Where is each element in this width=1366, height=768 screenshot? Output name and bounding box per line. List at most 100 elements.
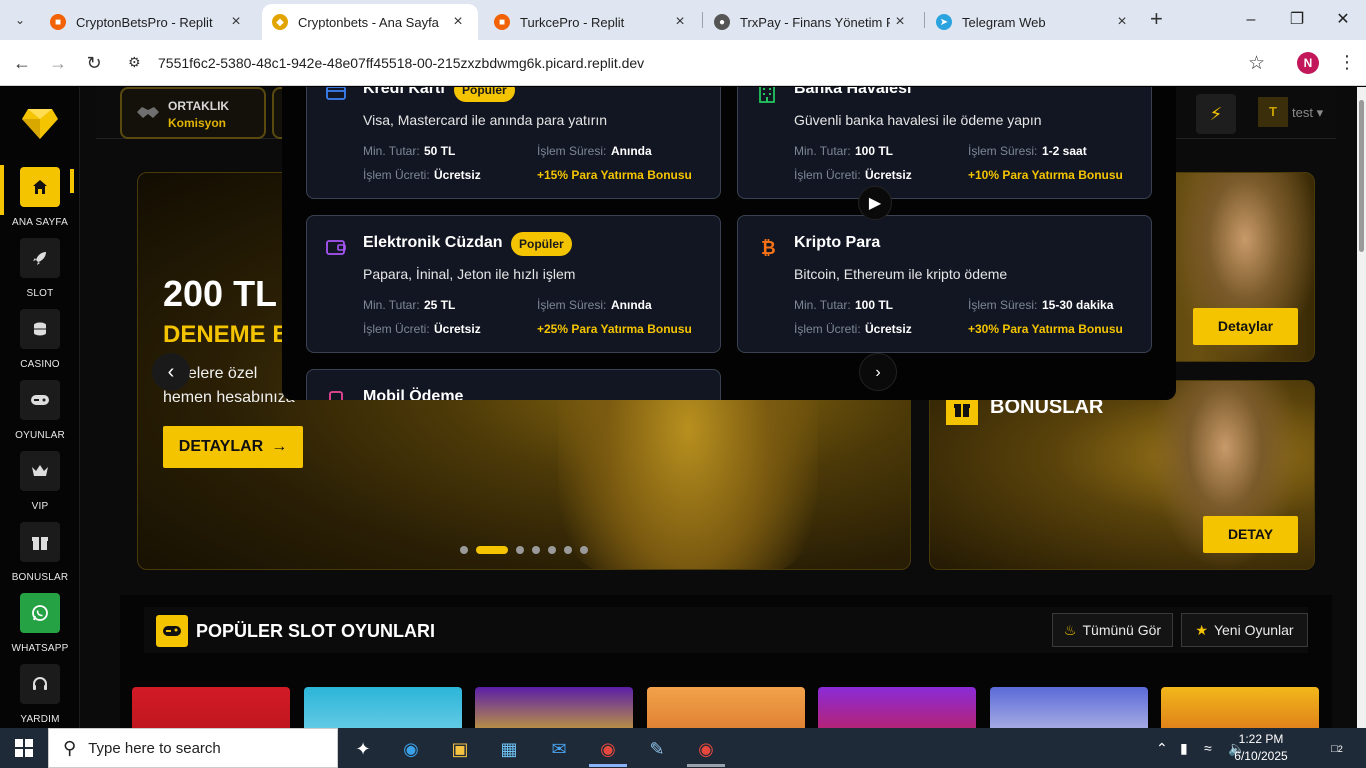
- page-scrollbar-thumb[interactable]: [1359, 100, 1364, 252]
- edge-icon[interactable]: ◉: [392, 734, 430, 764]
- restore-icon[interactable]: ❐: [1274, 8, 1320, 32]
- copilot-icon[interactable]: ✦: [344, 734, 382, 764]
- battery-icon[interactable]: ▮: [1180, 740, 1188, 757]
- close-tab-icon[interactable]: ×: [448, 13, 468, 31]
- payment-card-bank-transfer[interactable]: Banka Havalesi Güvenli banka havalesi il…: [737, 87, 1152, 199]
- slider-dot[interactable]: [548, 546, 556, 554]
- partner-subtitle: Komisyon: [168, 116, 227, 130]
- slider-prev-button[interactable]: ‹: [152, 353, 190, 391]
- sidebar-item-ana-sayfa[interactable]: ANA SAYFA: [0, 167, 80, 228]
- close-tab-icon[interactable]: ×: [670, 13, 690, 31]
- view-all-button[interactable]: ♨ Tümünü Gör: [1052, 613, 1173, 647]
- tab-turkcepro-replit[interactable]: ■ TurkcePro - Replit ×: [484, 4, 700, 40]
- slider-dot[interactable]: [460, 546, 468, 554]
- chrome-profile-icon[interactable]: ◉: [687, 734, 725, 764]
- gamepad-icon: [20, 380, 60, 420]
- slot-game-thumb[interactable]: [647, 687, 805, 728]
- sidebar-item-bonuslar[interactable]: BONUSLAR: [0, 522, 80, 583]
- sidebar-item-label: YARDIM: [20, 714, 60, 725]
- sidebar-item-slot[interactable]: SLOT: [0, 238, 80, 299]
- hero-details-button[interactable]: DETAYLAR →: [163, 426, 303, 468]
- sidebar-item-whatsapp[interactable]: WHATSAPP: [0, 593, 80, 654]
- min-amount-value: 25 TL: [424, 298, 456, 312]
- reload-icon[interactable]: ↻: [82, 52, 106, 76]
- sidebar-item-label: ANA SAYFA: [11, 217, 69, 228]
- payment-card-crypto[interactable]: ₿ Kripto Para Bitcoin, Ethereum ile krip…: [737, 215, 1152, 353]
- credit-card-icon: [326, 87, 346, 100]
- hero-title: 200 TL: [163, 273, 278, 314]
- new-games-button[interactable]: ★ Yeni Oyunlar: [1181, 613, 1308, 647]
- crown-icon: [20, 451, 60, 491]
- play-icon[interactable]: ▶: [858, 186, 892, 220]
- sidebar-item-casino[interactable]: CASINO: [0, 309, 80, 370]
- slider-dot[interactable]: [532, 546, 540, 554]
- min-amount-value: 50 TL: [424, 144, 456, 158]
- tab-cryptonbets-ana-sayfa[interactable]: ◆ Cryptonbets - Ana Sayfa ×: [262, 4, 478, 40]
- sidebar-item-oyunlar[interactable]: OYUNLAR: [0, 380, 80, 441]
- browser-menu-icon[interactable]: ⋮: [1338, 52, 1356, 73]
- file-explorer-icon[interactable]: ▣: [441, 734, 479, 764]
- fee-value: Ücretsiz: [865, 322, 912, 336]
- close-window-icon[interactable]: ✕: [1320, 8, 1366, 32]
- close-tab-icon[interactable]: ×: [1112, 13, 1132, 31]
- payment-card-credit-card[interactable]: Kredi Kartı Popüler Visa, Mastercard ile…: [306, 87, 721, 199]
- promo-details-button[interactable]: Detaylar: [1193, 308, 1298, 345]
- taskbar-search-box[interactable]: ⚲ Type here to search: [48, 728, 338, 768]
- slot-game-thumb[interactable]: [1161, 687, 1319, 728]
- site-info-icon[interactable]: ⚙: [128, 54, 141, 71]
- slot-game-thumb[interactable]: [304, 687, 462, 728]
- microsoft-store-icon[interactable]: ▦: [490, 734, 528, 764]
- bookmark-star-icon[interactable]: ☆: [1248, 52, 1265, 75]
- payment-card-e-wallet[interactable]: Elektronik Cüzdan Popüler Papara, İninal…: [306, 215, 721, 353]
- url-text[interactable]: 7551f6c2-5380-48c1-942e-48e07ff45518-00-…: [158, 55, 644, 71]
- tab-search-chevron-icon[interactable]: ⌄: [8, 8, 32, 32]
- notepad-icon[interactable]: ✎: [638, 734, 676, 764]
- notification-center-icon[interactable]: □ 2: [1320, 734, 1354, 764]
- new-tab-icon[interactable]: +: [1150, 8, 1163, 30]
- tab-telegram-web[interactable]: ➤ Telegram Web ×: [926, 4, 1142, 40]
- chrome-icon[interactable]: ◉: [589, 734, 627, 764]
- profile-avatar[interactable]: N: [1297, 52, 1319, 74]
- tab-title: Telegram Web: [962, 14, 1046, 30]
- tab-cryptonbetspro-replit[interactable]: ■ CryptonBetsPro - Replit ×: [40, 4, 256, 40]
- close-tab-icon[interactable]: ×: [226, 13, 246, 31]
- payment-card-mobile[interactable]: Mobil Ödeme: [306, 369, 721, 400]
- sidebar-item-vip[interactable]: VIP: [0, 451, 80, 512]
- rocket-icon: [20, 238, 60, 278]
- min-amount-value: 100 TL: [855, 144, 894, 158]
- tab-trxpay[interactable]: ● TrxPay - Finans Yönetim Panel ×: [704, 4, 920, 40]
- lightning-icon[interactable]: ⚡: [1196, 94, 1236, 134]
- new-games-label: Yeni Oyunlar: [1213, 622, 1294, 638]
- slot-game-thumb[interactable]: [818, 687, 976, 728]
- slider-dot[interactable]: [516, 546, 524, 554]
- slider-dot[interactable]: [580, 546, 588, 554]
- bonus-details-button[interactable]: DETAY: [1203, 516, 1298, 553]
- slot-game-thumb[interactable]: [990, 687, 1148, 728]
- user-avatar[interactable]: T: [1258, 97, 1288, 127]
- tray-chevron-icon[interactable]: ⌃: [1156, 740, 1168, 757]
- fee-label: İşlem Ücreti:: [794, 168, 861, 182]
- sidebar-item-yardim[interactable]: YARDIM: [0, 664, 80, 725]
- wifi-icon[interactable]: ≈: [1204, 740, 1212, 756]
- taskbar-clock[interactable]: 1:22 PM 6/10/2025: [1226, 731, 1296, 765]
- slider-dot[interactable]: [564, 546, 572, 554]
- minimize-icon[interactable]: –: [1228, 8, 1274, 32]
- close-tab-icon[interactable]: ×: [890, 13, 910, 31]
- wallet-icon: [326, 240, 346, 255]
- user-menu[interactable]: test ▾: [1292, 105, 1323, 121]
- next-slide-icon[interactable]: ›: [859, 353, 897, 391]
- mail-icon[interactable]: ✉: [540, 734, 578, 764]
- windows-start-icon[interactable]: [0, 728, 48, 768]
- min-amount-value: 100 TL: [855, 298, 894, 312]
- back-icon[interactable]: ←: [10, 52, 34, 76]
- gamepad-icon: [156, 615, 188, 647]
- forward-icon[interactable]: →: [46, 52, 70, 76]
- replit-icon: ■: [50, 14, 66, 30]
- bank-icon: [759, 87, 775, 103]
- partner-commission-button[interactable]: ORTAKLIK Komisyon: [120, 87, 266, 139]
- view-all-label: Tümünü Gör: [1082, 622, 1162, 638]
- slider-dot-active[interactable]: [476, 546, 508, 554]
- slot-game-thumb[interactable]: [475, 687, 633, 728]
- slot-game-thumb[interactable]: [132, 687, 290, 728]
- globe-icon: ●: [714, 14, 730, 30]
